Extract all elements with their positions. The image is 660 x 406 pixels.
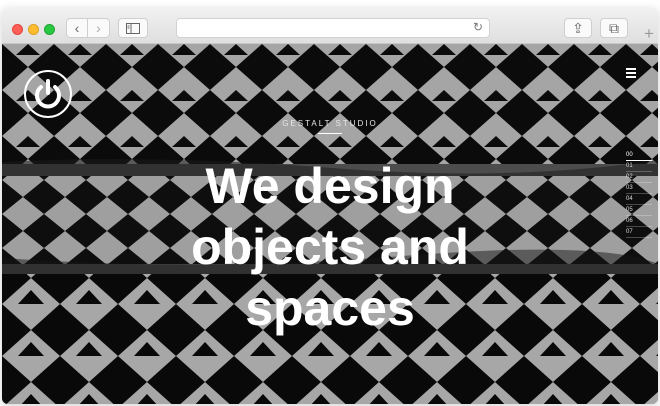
studio-name: GESTALT STUDIO bbox=[282, 119, 378, 128]
sidebar-icon bbox=[126, 22, 140, 34]
pager-item[interactable]: 06 bbox=[626, 216, 652, 227]
plus-icon[interactable]: + bbox=[640, 24, 658, 44]
pager-item[interactable]: 04 bbox=[626, 194, 652, 205]
browser-toolbar: ‹ › ↻ ⇪ ⧉ + bbox=[2, 8, 658, 44]
pager-item[interactable]: 07 bbox=[626, 227, 652, 238]
pager-item[interactable]: 03 bbox=[626, 183, 652, 194]
address-bar[interactable]: ↻ bbox=[176, 18, 490, 38]
page-content: GESTALT STUDIO We design objects and spa… bbox=[2, 44, 658, 404]
section-pager: 00 01 02 03 04 05 06 07 bbox=[626, 150, 652, 238]
forward-button[interactable]: › bbox=[88, 18, 110, 38]
share-icon: ⇪ bbox=[572, 19, 584, 36]
headline-line: spaces bbox=[245, 280, 415, 336]
tabs-overview-icon: ⧉ bbox=[609, 19, 619, 36]
close-window-button[interactable] bbox=[12, 24, 23, 35]
zoom-window-button[interactable] bbox=[44, 24, 55, 35]
studio-underline bbox=[318, 133, 342, 134]
pager-item[interactable]: 05 bbox=[626, 205, 652, 216]
tabs-overview-button[interactable]: ⧉ bbox=[600, 18, 628, 38]
browser-window: ‹ › ↻ ⇪ ⧉ + GESTALT STUDIO We design obj… bbox=[2, 8, 658, 404]
site-logo[interactable] bbox=[24, 70, 72, 118]
reload-icon[interactable]: ↻ bbox=[473, 20, 483, 34]
power-icon bbox=[35, 79, 61, 109]
headline-line: We design bbox=[205, 158, 455, 214]
pager-item[interactable]: 01 bbox=[626, 161, 652, 172]
chevron-right-icon: › bbox=[96, 20, 101, 36]
pager-item[interactable]: 02 bbox=[626, 172, 652, 183]
headline-line: objects and bbox=[191, 219, 469, 275]
chevron-left-icon: ‹ bbox=[74, 20, 80, 36]
hero-headline: We design objects and spaces bbox=[2, 156, 658, 339]
share-button[interactable]: ⇪ bbox=[564, 18, 592, 38]
pager-item[interactable]: 00 bbox=[626, 150, 652, 161]
back-button[interactable]: ‹ bbox=[66, 18, 88, 38]
hamburger-menu-icon[interactable] bbox=[626, 68, 636, 80]
sidebar-toggle-button[interactable] bbox=[118, 18, 148, 38]
minimize-window-button[interactable] bbox=[28, 24, 39, 35]
